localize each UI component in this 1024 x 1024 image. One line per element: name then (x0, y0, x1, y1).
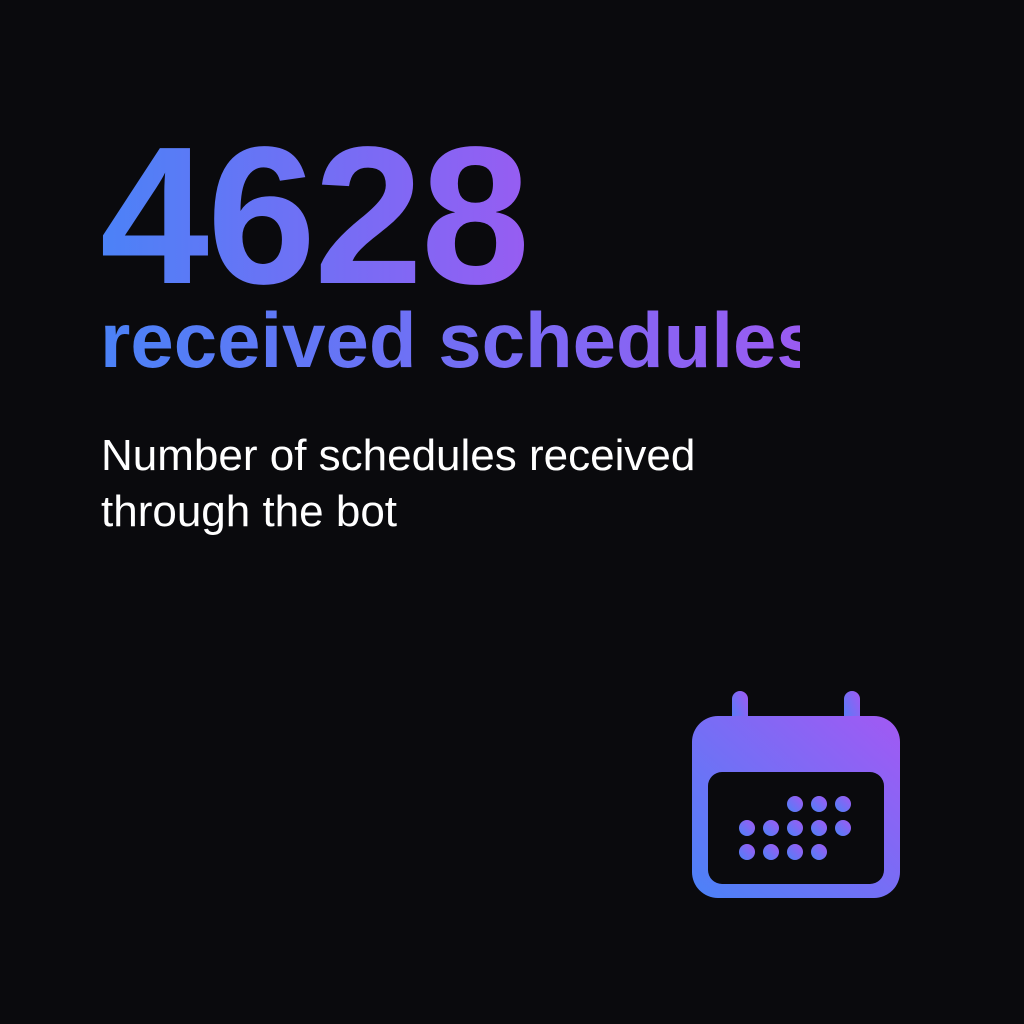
stat-description: Number of schedules received through the… (101, 431, 696, 536)
stat-label: received schedules (100, 296, 820, 384)
stat-value: 4628 (100, 118, 545, 314)
calendar-days (739, 796, 851, 860)
stat-card: 4628 received schedules Number of schedu… (0, 0, 1024, 1024)
calendar-icon (692, 691, 900, 898)
